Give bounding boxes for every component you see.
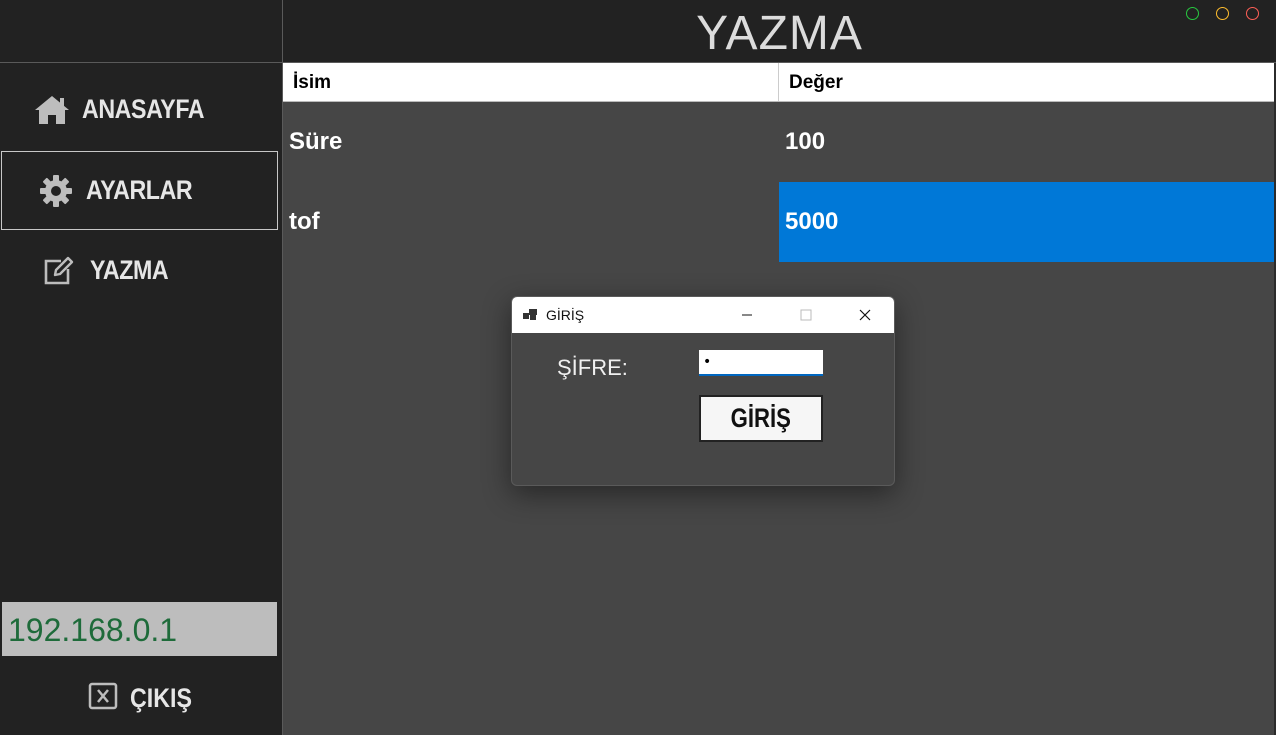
app-icon: [523, 308, 538, 326]
sidebar-item-anasayfa[interactable]: ANASAYFA: [0, 70, 279, 149]
column-header-name[interactable]: İsim: [283, 63, 779, 101]
minimize-button[interactable]: [1216, 7, 1229, 20]
table-cell-name[interactable]: tof: [283, 182, 779, 262]
page-title: YAZMA: [696, 7, 863, 60]
exit-label: ÇIKIŞ: [130, 682, 192, 713]
password-label: ŞİFRE:: [557, 355, 628, 380]
login-dialog: GİRİŞ ŞİFRE: GİRİŞ: [511, 296, 895, 486]
gear-icon: [36, 171, 76, 211]
table-cell-name[interactable]: Süre: [283, 102, 779, 182]
sidebar-item-ayarlar[interactable]: AYARLAR: [1, 151, 278, 230]
exit-button[interactable]: ÇIKIŞ: [88, 678, 202, 718]
edit-icon: [38, 251, 78, 291]
password-field[interactable]: [699, 350, 823, 376]
table-row[interactable]: tof 5000: [283, 182, 1274, 262]
dialog-close-button[interactable]: [842, 297, 888, 333]
grid-header: İsim Değer: [283, 63, 1274, 102]
dialog-titlebar[interactable]: GİRİŞ: [512, 297, 894, 333]
header-bar: YAZMA: [283, 0, 1276, 63]
close-box-icon: [88, 682, 118, 715]
column-header-value[interactable]: Değer: [779, 63, 1274, 101]
table-cell-value[interactable]: 100: [779, 102, 1274, 182]
dialog-maximize-button[interactable]: [783, 297, 829, 333]
dialog-title: GİRİŞ: [546, 307, 585, 323]
data-grid: İsim Değer Süre 100 tof 5000: [283, 63, 1274, 263]
sidebar-item-yazma[interactable]: YAZMA: [0, 231, 279, 310]
ip-address-display: 192.168.0.1: [2, 602, 277, 656]
table-row[interactable]: Süre 100: [283, 102, 1274, 182]
home-icon: [32, 90, 72, 130]
sidebar-item-label: AYARLAR: [86, 175, 193, 205]
table-cell-value-selected[interactable]: 5000: [779, 182, 1274, 262]
sidebar-item-label: YAZMA: [90, 255, 169, 285]
sidebar: ANASAYFA AYARLAR YAZMA 192.168.0.1 ÇIKIŞ: [0, 0, 283, 735]
close-button[interactable]: [1246, 7, 1259, 20]
sidebar-item-label: ANASAYFA: [82, 94, 205, 124]
maximize-button[interactable]: [1186, 7, 1199, 20]
login-button-label: GİRİŞ: [730, 403, 792, 433]
dialog-minimize-button[interactable]: [724, 297, 770, 333]
login-button[interactable]: GİRİŞ: [699, 395, 823, 442]
sidebar-header: [0, 0, 282, 63]
